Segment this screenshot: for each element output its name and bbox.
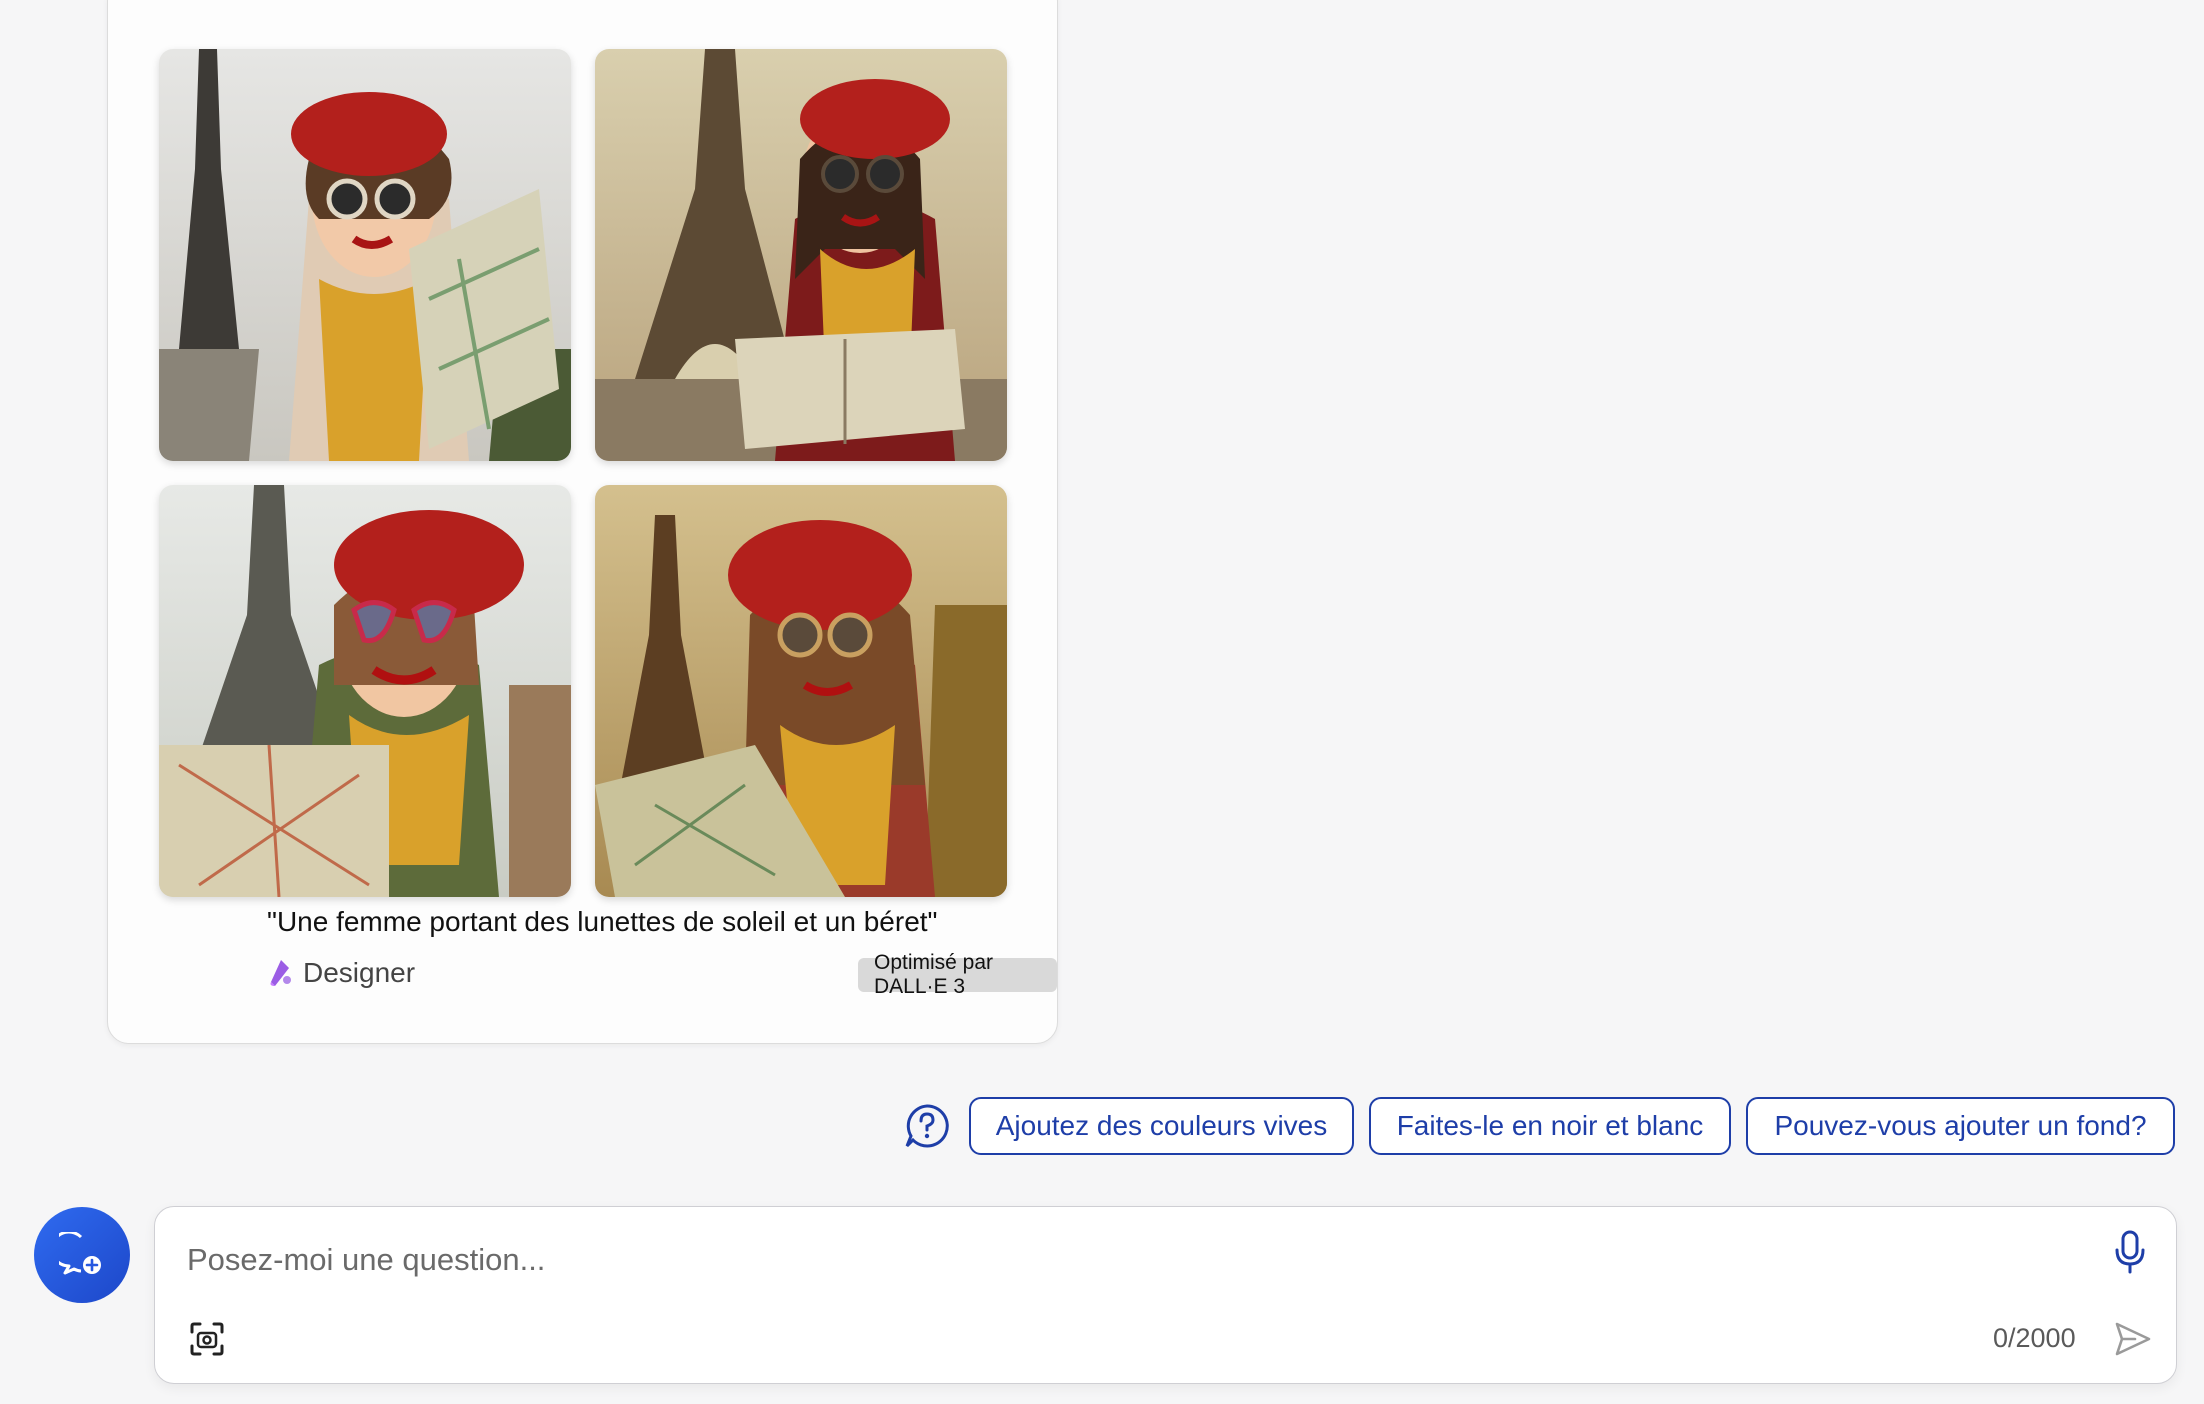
suggestion-chip-black-white[interactable]: Faites-le en noir et blanc xyxy=(1369,1097,1731,1155)
new-chat-icon xyxy=(59,1232,101,1275)
image-result-card: "Une femme portant des lunettes de solei… xyxy=(107,0,1058,1044)
generated-image-1[interactable] xyxy=(159,49,571,461)
send-icon[interactable] xyxy=(2113,1319,2153,1359)
suggestion-chip-add-background[interactable]: Pouvez-vous ajouter un fond? xyxy=(1746,1097,2175,1155)
generated-image-4[interactable] xyxy=(595,485,1007,897)
microphone-icon[interactable] xyxy=(2113,1230,2147,1274)
new-chat-button[interactable] xyxy=(34,1207,130,1303)
woman-beret-eiffel-image xyxy=(159,49,571,461)
woman-beret-eiffel-image xyxy=(595,485,1007,897)
help-chat-icon xyxy=(905,1104,949,1148)
char-counter: 0/2000 xyxy=(1993,1323,2076,1353)
woman-beret-eiffel-image xyxy=(595,49,1007,461)
visual-search-icon[interactable] xyxy=(189,1321,225,1357)
designer-attribution[interactable]: Designer xyxy=(267,957,415,989)
generated-image-2[interactable] xyxy=(595,49,1007,461)
designer-label: Designer xyxy=(303,957,416,988)
image-prompt-caption: "Une femme portant des lunettes de solei… xyxy=(267,906,938,937)
woman-beret-eiffel-image xyxy=(159,485,571,897)
powered-by-badge: Optimisé par DALL·E 3 xyxy=(858,951,1057,998)
designer-logo-icon xyxy=(270,960,291,986)
composer: 0/2000 xyxy=(154,1206,2177,1384)
generated-image-3[interactable] xyxy=(159,485,571,897)
message-input[interactable] xyxy=(185,1229,2039,1291)
suggestion-chip-vivid-colors[interactable]: Ajoutez des couleurs vives xyxy=(969,1097,1354,1155)
